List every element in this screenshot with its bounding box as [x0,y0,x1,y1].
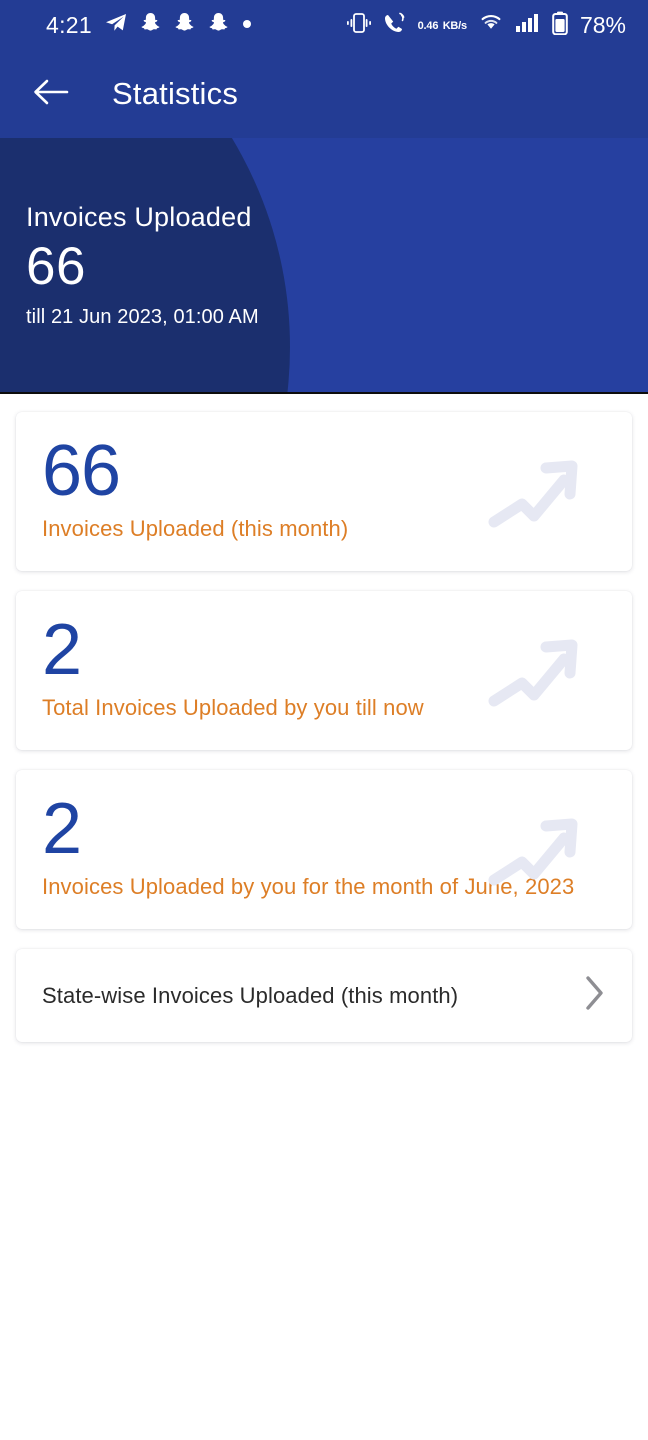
hero-banner: Invoices Uploaded 66 till 21 Jun 2023, 0… [0,138,648,394]
stat-value: 2 [42,789,82,870]
network-speed-value: 0.46 [417,20,439,32]
chevron-right-icon [584,975,606,1016]
snapchat-icon [174,12,195,38]
network-speed-indicator: 0.46 KB/s [417,16,468,34]
back-button[interactable] [30,73,72,115]
wifi-icon [478,12,504,38]
phone-screen: 4:21 0.46 KB/s 78% Statistics Invoices U… [0,0,648,1440]
network-speed-unit: KB/s [442,20,467,32]
battery-icon [552,11,568,40]
status-bar-left: 4:21 [46,12,252,39]
call-icon [383,12,407,39]
stat-label: Invoices Uploaded by you for the month o… [42,874,575,900]
page-title: Statistics [112,76,239,111]
hero-label: Invoices Uploaded [26,202,252,232]
dot-icon [242,16,252,34]
stat-card[interactable]: 66 Invoices Uploaded (this month) [16,412,632,572]
row-label: State-wise Invoices Uploaded (this month… [42,982,459,1008]
status-bar: 4:21 0.46 KB/s 78% [0,0,648,50]
status-bar-clock: 4:21 [46,11,92,38]
stat-card[interactable]: 2 Invoices Uploaded by you for the month… [16,770,632,930]
stat-label: Total Invoices Uploaded by you till now [42,695,424,721]
hero-subtitle: till 21 Jun 2023, 01:00 AM [26,306,259,329]
stat-card[interactable]: 2 Total Invoices Uploaded by you till no… [16,591,632,751]
app-bar: Statistics [0,50,648,138]
arrow-left-icon [33,77,69,112]
vibrate-icon [346,12,372,39]
hero-content: Invoices Uploaded 66 till 21 Jun 2023, 0… [0,138,648,329]
snapchat-icon [208,12,229,38]
stat-value: 66 [42,431,121,511]
telegram-icon [105,13,127,38]
signal-icon [515,12,541,38]
status-bar-right: 0.46 KB/s 78% [346,11,626,40]
state-wise-invoices-row[interactable]: State-wise Invoices Uploaded (this month… [16,949,632,1043]
stat-label: Invoices Uploaded (this month) [42,516,349,542]
battery-percent-label: 78% [579,11,626,38]
hero-value: 66 [26,237,86,296]
stat-value: 2 [42,610,82,691]
statistics-list: 66 Invoices Uploaded (this month) 2 Tota… [0,394,648,1043]
snapchat-icon [140,12,161,38]
